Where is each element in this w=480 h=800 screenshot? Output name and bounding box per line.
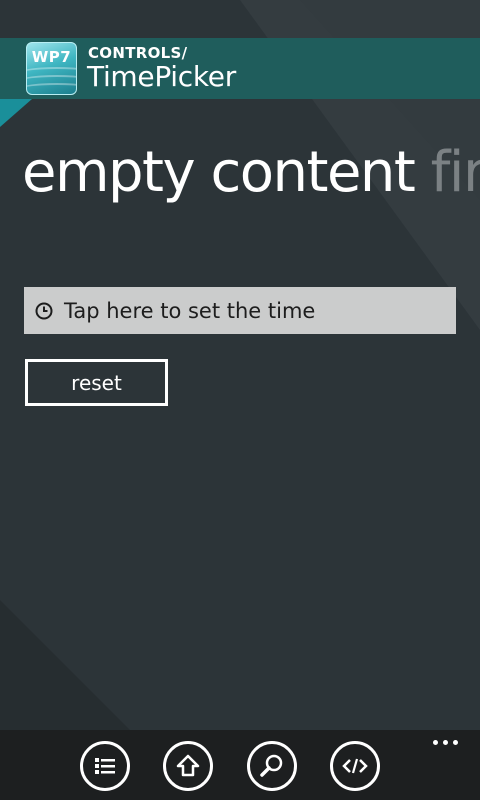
reset-button-label: reset [71,370,122,395]
app-logo: WP7 [26,42,77,95]
home-button[interactable] [163,741,213,791]
pivot-item-empty-content[interactable]: empty content [22,140,416,205]
reset-button[interactable]: reset [25,359,168,406]
screen: WP7 CONTROLS/ TimePicker empty content f… [0,0,480,800]
time-picker-placeholder: Tap here to set the time [64,298,316,323]
pivot-headers: empty content firs [22,140,480,205]
home-icon [176,754,200,777]
ellipsis-icon[interactable] [433,740,458,745]
search-icon [260,754,283,777]
app-logo-text: WP7 [31,48,72,66]
header-corner-accent [0,99,32,127]
page-title: TimePicker [87,60,236,93]
application-bar [0,730,480,800]
code-icon [342,758,368,774]
list-button[interactable] [80,741,130,791]
list-icon [95,758,115,774]
code-button[interactable] [330,741,380,791]
pivot-item-next[interactable]: firs [431,140,480,205]
clock-icon [35,302,53,319]
time-picker-field[interactable]: Tap here to set the time [24,287,456,334]
search-button[interactable] [247,741,297,791]
